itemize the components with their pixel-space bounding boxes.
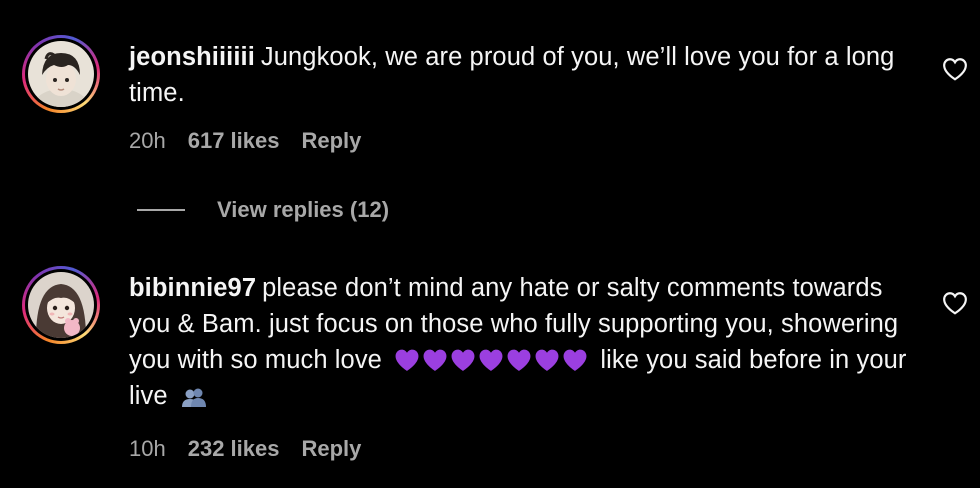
likes-count[interactable]: 232 likes [188, 436, 280, 461]
comment-body: bibinnie97 please don’t mind any hate or … [129, 270, 929, 418]
divider-line [137, 209, 185, 211]
comment-meta: 20h 617 likes Reply [129, 128, 383, 154]
username[interactable]: bibinnie97 [129, 274, 256, 302]
purple-heart-icon [451, 349, 475, 371]
timestamp[interactable]: 20h [129, 128, 166, 153]
purple-heart-icon [423, 349, 447, 371]
purple-heart-icon [535, 349, 559, 371]
reply-button[interactable]: Reply [301, 128, 361, 153]
view-replies-label: View replies (12) [217, 197, 390, 222]
busts-in-silhouette-emoji [181, 382, 207, 418]
story-ring[interactable] [22, 266, 100, 344]
purple-heart-icon [507, 349, 531, 371]
avatar[interactable] [28, 272, 94, 338]
purple-heart-icon [395, 349, 419, 371]
reply-button[interactable]: Reply [301, 436, 361, 461]
purple-heart-icon [479, 349, 503, 371]
comment-meta: 10h 232 likes Reply [129, 436, 383, 462]
avatar-image-boy [28, 41, 94, 107]
comment-body: jeonshiiiiii Jungkook, we are proud of yo… [129, 39, 919, 111]
heart-outline-icon[interactable] [942, 57, 968, 81]
heart-outline-icon[interactable] [942, 291, 968, 315]
likes-count[interactable]: 617 likes [188, 128, 280, 153]
purple-hearts-emoji [393, 348, 589, 372]
timestamp[interactable]: 10h [129, 436, 166, 461]
username[interactable]: jeonshiiiiii [129, 43, 255, 71]
avatar[interactable] [28, 41, 94, 107]
avatar-image-girl [28, 272, 94, 338]
story-ring[interactable] [22, 35, 100, 113]
view-replies-button[interactable]: View replies (12) [137, 197, 389, 223]
purple-heart-icon [563, 349, 587, 371]
